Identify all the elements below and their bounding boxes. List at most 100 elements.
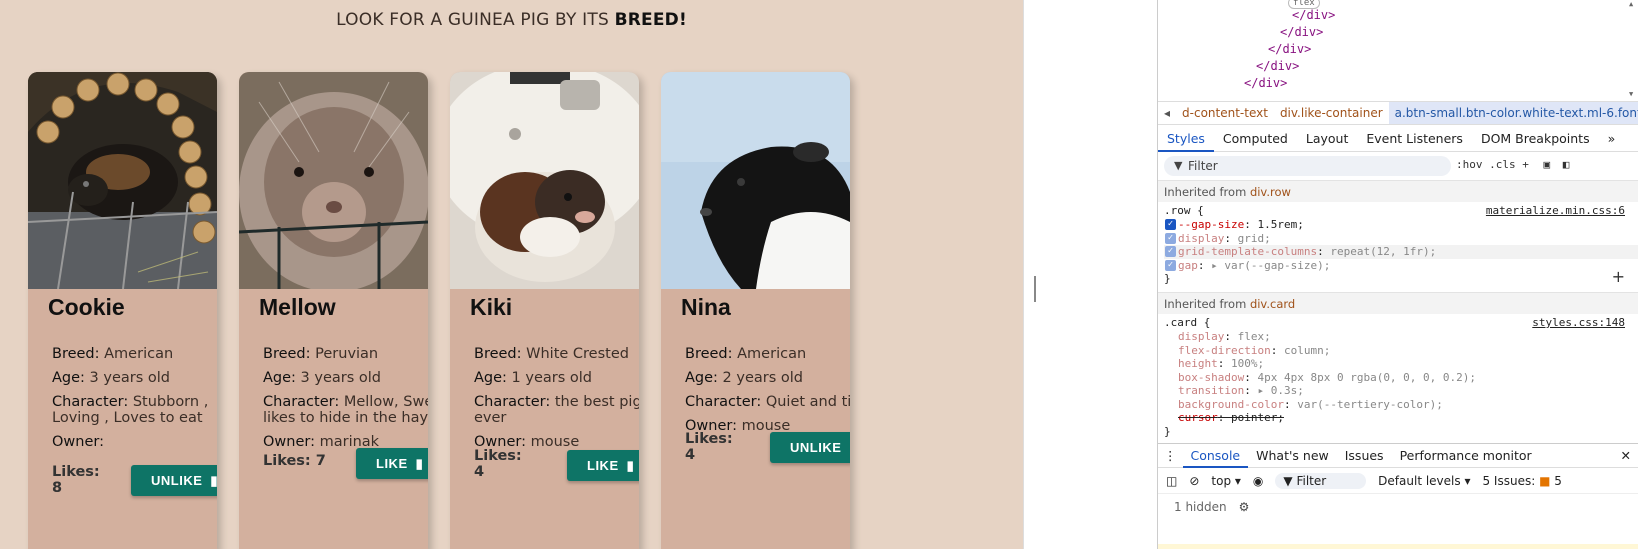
tab-issues[interactable]: Issues: [1337, 448, 1392, 463]
css-property[interactable]: display: flex;: [1164, 330, 1638, 344]
guinea-pig-card[interactable]: Nina Breed: American Age: 2 years old Ch…: [661, 72, 850, 549]
css-property[interactable]: height: 100%;: [1164, 357, 1638, 371]
guinea-pig-card[interactable]: Cookie Breed: American Age: 3 years old …: [28, 72, 217, 549]
context-value: top: [1211, 473, 1232, 488]
age-label: Age:: [474, 370, 507, 386]
cards-row: Cookie Breed: American Age: 3 years old …: [28, 72, 850, 549]
settings-gear-icon[interactable]: ⚙: [1239, 500, 1250, 514]
character-label: Character:: [52, 394, 129, 410]
styles-filter-input[interactable]: ▼ Filter: [1164, 156, 1451, 176]
prop-value: ▸ var(--gap-size);: [1211, 258, 1331, 272]
sidebar-icon[interactable]: ◫: [1166, 474, 1177, 488]
inherited-element[interactable]: div.card: [1250, 297, 1295, 311]
unlike-button[interactable]: UNLIKE ▮: [131, 465, 217, 496]
css-property[interactable]: ✓ grid-template-columns: repeat(12, 1fr);: [1164, 245, 1638, 259]
issues-count: 5: [1554, 473, 1562, 488]
prop-name: display: [1178, 231, 1225, 245]
css-rule: .card { styles.css:148 display: flex; fl…: [1158, 314, 1638, 442]
filter-tools-text: :hov .cls +: [1456, 158, 1529, 171]
add-rule-icon[interactable]: +: [1612, 267, 1625, 286]
dom-line[interactable]: </div>: [1256, 59, 1299, 73]
tab-dom-breakpoints[interactable]: DOM Breakpoints: [1472, 131, 1599, 146]
likes-label: Likes:: [474, 448, 522, 464]
clear-console-icon[interactable]: ⊘: [1189, 474, 1199, 488]
checkbox-icon[interactable]: ✓: [1165, 219, 1176, 230]
button-label: UNLIKE: [151, 473, 203, 488]
hidden-count: 1 hidden: [1174, 500, 1227, 514]
page-heading: LOOK FOR A GUINEA PIG BY ITS BREED!: [0, 10, 1023, 30]
css-property[interactable]: transition: ▸ 0.3s;: [1164, 384, 1638, 398]
button-label: LIKE: [376, 456, 408, 471]
card-name: Nina: [681, 294, 731, 320]
breadcrumb: ◂ d-content-text div.like-container a.bt…: [1158, 101, 1638, 125]
checkbox-icon[interactable]: ✓: [1165, 232, 1176, 244]
guinea-pig-card[interactable]: Kiki Breed: White Crested Age: 1 years o…: [450, 72, 639, 549]
css-property[interactable]: ✓ gap: ▸ var(--gap-size);: [1164, 259, 1638, 273]
context-select[interactable]: top ▾: [1211, 474, 1241, 488]
more-tabs-icon[interactable]: »: [1599, 131, 1625, 146]
css-property[interactable]: ✓ display: grid;: [1164, 232, 1638, 246]
filter-tools[interactable]: :hov .cls + ▣ ◧: [1456, 158, 1569, 171]
prop-name: box-shadow: [1178, 370, 1245, 384]
prop-value: column;: [1283, 343, 1331, 357]
tab-whats-new[interactable]: What's new: [1248, 448, 1337, 463]
dom-scrollbar[interactable]: ▲ ▼: [1628, 0, 1636, 98]
inherited-element[interactable]: div.row: [1250, 185, 1291, 199]
dom-line[interactable]: </div>: [1268, 42, 1311, 56]
resize-handle[interactable]: [1034, 276, 1036, 302]
checkbox-icon[interactable]: ✓: [1165, 246, 1176, 257]
css-property[interactable]: flex-direction: column;: [1164, 344, 1638, 358]
card-details: Breed: American Age: 2 years old Charact…: [685, 346, 850, 442]
tab-layout[interactable]: Layout: [1297, 131, 1358, 146]
dom-line[interactable]: </div>: [1280, 25, 1323, 39]
drawer-menu-icon[interactable]: ⋮: [1158, 448, 1183, 463]
prop-value: pointer;: [1231, 411, 1284, 424]
guinea-pig-card[interactable]: Mellow Breed: Peruvian Age: 3 years old …: [239, 72, 428, 549]
eye-icon[interactable]: ◉: [1253, 474, 1263, 488]
css-property[interactable]: background-color: var(--tertiery-color);: [1164, 398, 1638, 412]
likes-label: Likes:: [685, 431, 733, 447]
inherited-header: Inherited from div.row: [1158, 180, 1638, 202]
warning-icon: ■: [1539, 473, 1551, 488]
css-property[interactable]: ✓ --gap-size: 1.5rem;: [1164, 218, 1638, 232]
tab-computed[interactable]: Computed: [1214, 131, 1297, 146]
prop-value: grid;: [1237, 231, 1271, 245]
likes-value: 8: [52, 480, 63, 496]
breadcrumb-item[interactable]: div.like-container: [1274, 106, 1389, 120]
tab-event-listeners[interactable]: Event Listeners: [1357, 131, 1472, 146]
checkbox-icon[interactable]: ✓: [1165, 259, 1176, 271]
levels-value: Default levels: [1378, 473, 1461, 488]
levels-select[interactable]: Default levels ▾: [1378, 474, 1470, 488]
breadcrumb-prev-icon[interactable]: ◂: [1158, 106, 1176, 120]
rule-source-link[interactable]: materialize.min.css:6: [1486, 204, 1625, 217]
devtools-resize-area: [1023, 0, 1157, 549]
tab-styles[interactable]: Styles: [1158, 131, 1214, 152]
like-button[interactable]: LIKE ▮: [356, 448, 428, 479]
rule-close-brace: }: [1164, 424, 1171, 438]
tab-console[interactable]: Console: [1182, 444, 1249, 468]
rule-source-link[interactable]: styles.css:148: [1532, 316, 1625, 329]
hidden-messages: 1 hidden ⚙: [1158, 494, 1638, 520]
dom-line[interactable]: </div>: [1244, 76, 1287, 90]
owner-value: mouse: [530, 434, 580, 450]
sidebar-toggle-icon[interactable]: ◧: [1563, 158, 1570, 171]
issues-counter[interactable]: 5 Issues: ■ 5: [1482, 474, 1561, 488]
breadcrumb-item[interactable]: d-content-text: [1176, 106, 1274, 120]
tab-performance-monitor[interactable]: Performance monitor: [1392, 448, 1540, 463]
close-icon[interactable]: ✕: [1613, 448, 1638, 463]
paint-icon[interactable]: ▣: [1543, 158, 1550, 171]
like-button[interactable]: LIKE ▮: [567, 450, 639, 481]
filter-placeholder: Filter: [1188, 159, 1218, 173]
breadcrumb-item-selected[interactable]: a.btn-small.btn-color.white-text.ml-6.fo…: [1388, 102, 1638, 124]
likes-count: Likes: 4: [685, 431, 745, 463]
heading-bold: BREED!: [614, 10, 687, 30]
css-property[interactable]: box-shadow: 4px 4px 8px 0 rgba(0, 0, 0, …: [1164, 371, 1638, 385]
guinea-pig-photo: [661, 72, 850, 289]
console-filter-input[interactable]: ▼ Filter: [1275, 472, 1367, 489]
unlike-button[interactable]: UNLIKE ▮: [770, 432, 850, 463]
breed-label: Breed:: [263, 346, 311, 362]
dom-line[interactable]: </div>: [1292, 8, 1335, 22]
age-label: Age:: [52, 370, 85, 386]
filter-icon: ▼: [1174, 159, 1183, 172]
css-property[interactable]: cursor: pointer;: [1164, 411, 1638, 425]
